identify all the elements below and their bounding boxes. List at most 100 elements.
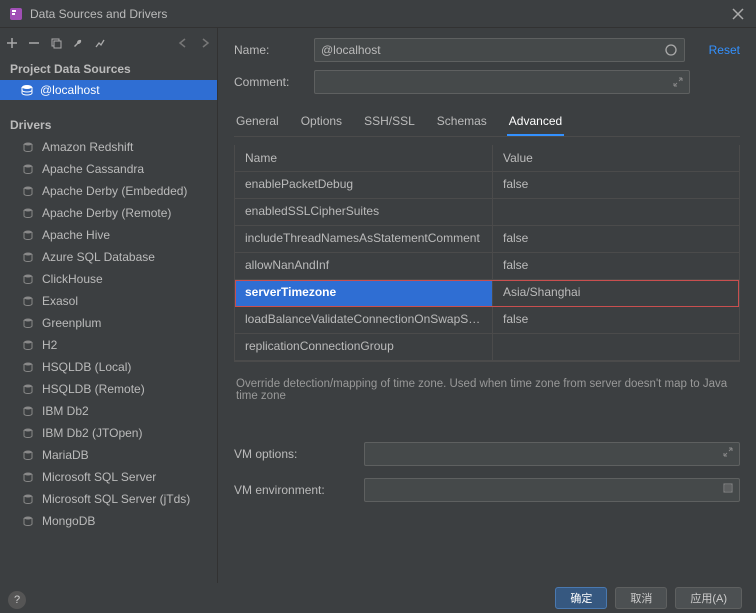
driver-icon bbox=[20, 425, 36, 441]
property-value[interactable] bbox=[493, 334, 739, 360]
tab-schemas[interactable]: Schemas bbox=[435, 108, 489, 136]
driver-item[interactable]: Microsoft SQL Server (jTds) bbox=[0, 488, 217, 510]
close-icon[interactable] bbox=[728, 8, 748, 20]
expand-icon[interactable] bbox=[723, 447, 733, 457]
tab-options[interactable]: Options bbox=[299, 108, 344, 136]
driver-label: Azure SQL Database bbox=[42, 250, 155, 264]
comment-input[interactable] bbox=[314, 70, 690, 94]
driver-icon bbox=[20, 293, 36, 309]
prop-header-name[interactable]: Name bbox=[235, 145, 493, 171]
apply-button[interactable]: 应用(A) bbox=[675, 587, 742, 609]
help-badge[interactable]: ? bbox=[8, 591, 26, 609]
list-icon[interactable] bbox=[723, 483, 733, 493]
property-row[interactable]: enablePacketDebugfalse bbox=[235, 172, 739, 199]
reset-link[interactable]: Reset bbox=[709, 43, 740, 57]
driver-label: Exasol bbox=[42, 294, 78, 308]
driver-icon bbox=[20, 447, 36, 463]
driver-item[interactable]: Apache Cassandra bbox=[0, 158, 217, 180]
property-value[interactable]: false bbox=[493, 172, 739, 198]
driver-icon bbox=[20, 271, 36, 287]
sidebar: Project Data Sources @localhost Drivers … bbox=[0, 28, 218, 583]
driver-icon bbox=[20, 513, 36, 529]
property-name: enabledSSLCipherSuites bbox=[235, 199, 493, 225]
property-value[interactable]: false bbox=[493, 226, 739, 252]
driver-label: Greenplum bbox=[42, 316, 101, 330]
driver-item[interactable]: Apache Hive bbox=[0, 224, 217, 246]
data-source-label: @localhost bbox=[40, 83, 100, 97]
name-input[interactable]: @localhost bbox=[314, 38, 685, 62]
driver-item[interactable]: MariaDB bbox=[0, 444, 217, 466]
driver-label: H2 bbox=[42, 338, 57, 352]
driver-item[interactable]: MongoDB bbox=[0, 510, 217, 532]
minus-icon[interactable] bbox=[28, 37, 40, 49]
tab-general[interactable]: General bbox=[234, 108, 281, 136]
property-value[interactable]: false bbox=[493, 253, 739, 279]
driver-item[interactable]: HSQLDB (Remote) bbox=[0, 378, 217, 400]
driver-label: Microsoft SQL Server (jTds) bbox=[42, 492, 190, 506]
vm-options-input[interactable] bbox=[364, 442, 740, 466]
database-icon bbox=[20, 83, 34, 97]
property-row[interactable]: replicationConnectionGroup bbox=[235, 334, 739, 361]
driver-item[interactable]: IBM Db2 (JTOpen) bbox=[0, 422, 217, 444]
driver-item[interactable]: Amazon Redshift bbox=[0, 136, 217, 158]
name-input-value: @localhost bbox=[321, 43, 381, 57]
property-name: loadBalanceValidateConnectionOnSwapServ… bbox=[235, 307, 493, 333]
driver-item[interactable]: HSQLDB (Local) bbox=[0, 356, 217, 378]
data-source-item[interactable]: @localhost bbox=[0, 80, 217, 100]
driver-item[interactable]: H2 bbox=[0, 334, 217, 356]
driver-icon bbox=[20, 249, 36, 265]
color-circle-icon[interactable] bbox=[664, 43, 678, 57]
driver-icon bbox=[20, 359, 36, 375]
property-value[interactable]: Asia/Shanghai bbox=[493, 280, 739, 306]
driver-item[interactable]: Exasol bbox=[0, 290, 217, 312]
driver-icon bbox=[20, 491, 36, 507]
driver-item[interactable]: Greenplum bbox=[0, 312, 217, 334]
properties-table: Name Value enablePacketDebugfalseenabled… bbox=[234, 145, 740, 362]
property-value[interactable] bbox=[493, 199, 739, 225]
vm-env-input[interactable] bbox=[364, 478, 740, 502]
driver-icon bbox=[20, 337, 36, 353]
driver-item[interactable]: Microsoft SQL Server bbox=[0, 466, 217, 488]
driver-icon bbox=[20, 315, 36, 331]
driver-icon bbox=[20, 227, 36, 243]
cancel-button[interactable]: 取消 bbox=[615, 587, 667, 609]
driver-label: MongoDB bbox=[42, 514, 95, 528]
driver-item[interactable]: Apache Derby (Embedded) bbox=[0, 180, 217, 202]
property-row[interactable]: loadBalanceValidateConnectionOnSwapServ…… bbox=[235, 307, 739, 334]
chart-icon[interactable] bbox=[94, 37, 106, 49]
plus-icon[interactable] bbox=[6, 37, 18, 49]
driver-icon bbox=[20, 205, 36, 221]
copy-icon[interactable] bbox=[50, 37, 62, 49]
arrow-left-icon[interactable] bbox=[177, 37, 189, 49]
driver-item[interactable]: Apache Derby (Remote) bbox=[0, 202, 217, 224]
driver-label: HSQLDB (Local) bbox=[42, 360, 131, 374]
footer: ? 确定 取消 应用(A) bbox=[0, 583, 756, 613]
properties-header: Name Value bbox=[235, 145, 739, 172]
driver-item[interactable]: ClickHouse bbox=[0, 268, 217, 290]
sidebar-toolbar bbox=[0, 28, 217, 58]
tabs: General Options SSH/SSL Schemas Advanced bbox=[234, 108, 740, 137]
driver-item[interactable]: IBM Db2 bbox=[0, 400, 217, 422]
property-value[interactable]: false bbox=[493, 307, 739, 333]
property-row[interactable]: serverTimezoneAsia/Shanghai bbox=[235, 280, 739, 307]
window-title: Data Sources and Drivers bbox=[30, 7, 728, 21]
tab-advanced[interactable]: Advanced bbox=[507, 108, 564, 136]
name-label: Name: bbox=[234, 43, 304, 57]
driver-icon bbox=[20, 183, 36, 199]
driver-icon bbox=[20, 139, 36, 155]
driver-icon bbox=[20, 161, 36, 177]
driver-item[interactable]: Azure SQL Database bbox=[0, 246, 217, 268]
property-name: includeThreadNamesAsStatementComment bbox=[235, 226, 493, 252]
property-name: allowNanAndInf bbox=[235, 253, 493, 279]
property-name: enablePacketDebug bbox=[235, 172, 493, 198]
arrow-right-icon[interactable] bbox=[199, 37, 211, 49]
wrench-icon[interactable] bbox=[72, 37, 84, 49]
ok-button[interactable]: 确定 bbox=[555, 587, 607, 609]
driver-label: Apache Cassandra bbox=[42, 162, 144, 176]
property-row[interactable]: enabledSSLCipherSuites bbox=[235, 199, 739, 226]
prop-header-value[interactable]: Value bbox=[493, 145, 739, 171]
property-row[interactable]: includeThreadNamesAsStatementCommentfals… bbox=[235, 226, 739, 253]
property-row[interactable]: allowNanAndInffalse bbox=[235, 253, 739, 280]
tab-ssh-ssl[interactable]: SSH/SSL bbox=[362, 108, 417, 136]
expand-icon[interactable] bbox=[673, 77, 683, 87]
